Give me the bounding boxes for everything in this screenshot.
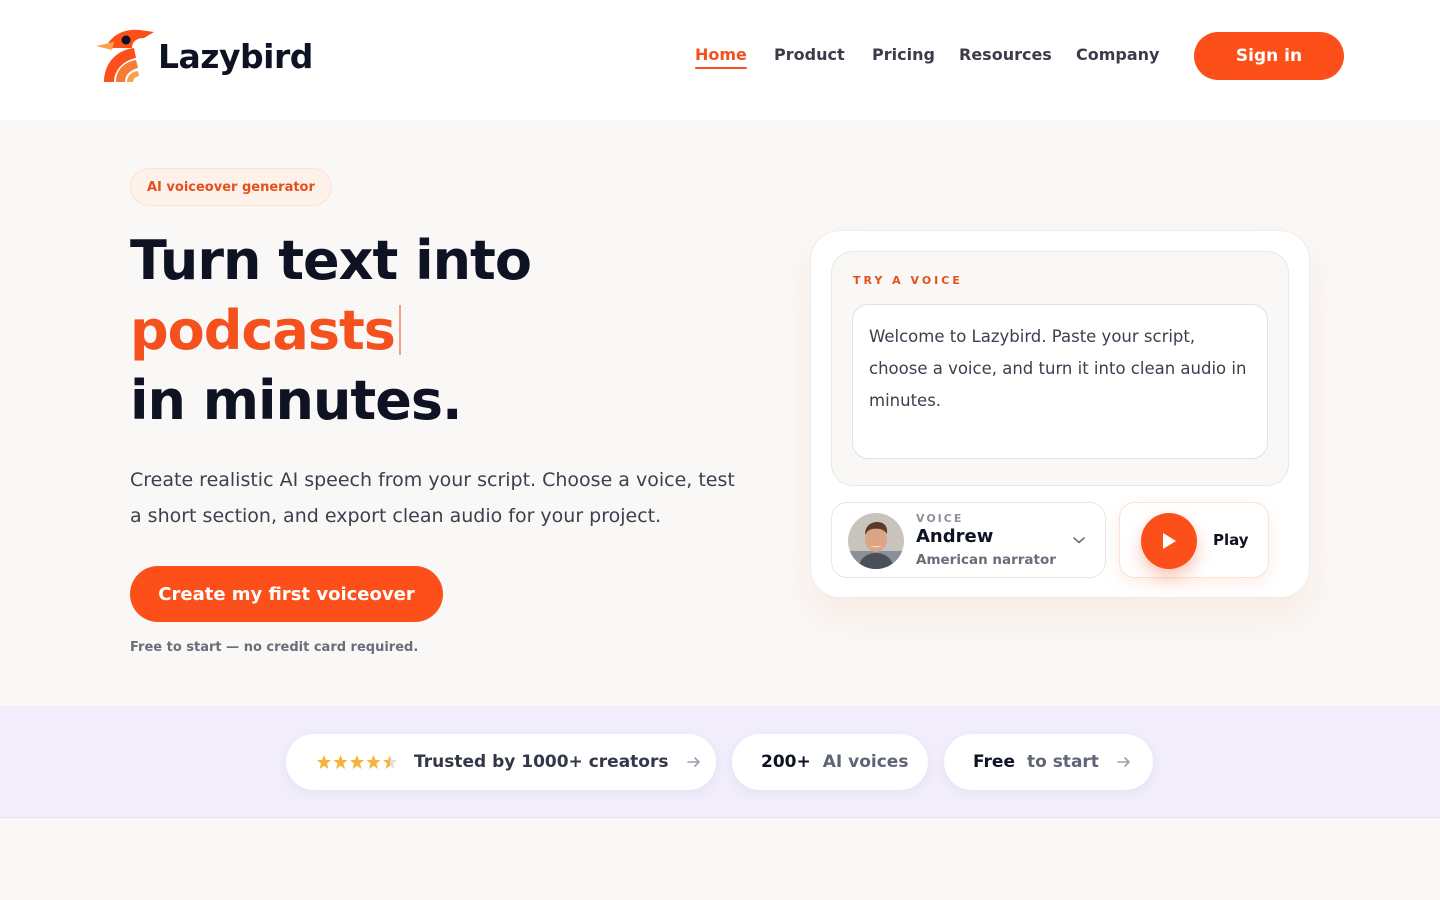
voice-select-dropdown[interactable]: VOICE Andrew American narrator — [831, 502, 1106, 578]
nav-item-product[interactable]: Product — [774, 45, 845, 64]
brand-logo[interactable]: Lazybird — [96, 28, 313, 84]
voices-count: 200+ — [761, 752, 811, 772]
hero-subtext: Create realistic AI speech from your scr… — [130, 469, 735, 527]
hero-headline: Turn text into podcasts in minutes. — [130, 226, 532, 436]
free-strong: Free — [973, 752, 1015, 772]
voice-description: American narrator — [916, 552, 1056, 568]
arrow-right-icon — [686, 757, 700, 767]
play-icon — [1163, 533, 1176, 549]
trusted-creators-pill[interactable]: Trusted by 1000+ creators — [286, 734, 716, 790]
voice-demo-card: TRY A VOICE Welcome to Lazybird. Paste y… — [810, 230, 1310, 598]
rating-stars-icon — [317, 755, 397, 769]
sign-in-button[interactable]: Sign in — [1194, 32, 1344, 80]
lazybird-logo-icon — [96, 29, 154, 82]
script-panel: TRY A VOICE Welcome to Lazybird. Paste y… — [831, 251, 1289, 486]
site-header: Lazybird Home Product Pricing Resources … — [0, 0, 1440, 120]
voice-name: Andrew — [916, 526, 994, 547]
nav-item-company[interactable]: Company — [1076, 45, 1159, 64]
hero-section: AI voiceover generator Turn text into po… — [0, 120, 1440, 706]
typing-cursor — [398, 305, 401, 355]
create-voiceover-button[interactable]: Create my first voiceover — [130, 566, 443, 622]
play-label: Play — [1213, 531, 1249, 549]
voice-avatar — [848, 513, 904, 569]
voices-count-pill: 200+ AI voices — [732, 734, 928, 790]
stats-band: Trusted by 1000+ creators 200+ AI voices… — [0, 706, 1440, 818]
headline-line-1: Turn text into — [130, 229, 532, 292]
chevron-down-icon — [1073, 537, 1085, 544]
play-button[interactable]: Play — [1119, 502, 1269, 578]
cta-fineprint: Free to start — no credit card required. — [130, 640, 419, 655]
nav-item-home[interactable]: Home — [695, 45, 747, 69]
product-badge: AI voiceover generator — [130, 168, 332, 206]
trusted-text: Trusted by 1000+ creators — [414, 752, 669, 772]
play-circle — [1141, 513, 1197, 569]
page-bottom-area — [0, 819, 1440, 900]
voice-caption: VOICE — [916, 512, 964, 525]
brand-name: Lazybird — [158, 36, 313, 76]
try-voice-label: TRY A VOICE — [853, 274, 963, 287]
nav-item-resources[interactable]: Resources — [959, 45, 1052, 64]
nav-item-pricing[interactable]: Pricing — [872, 45, 935, 64]
script-textarea[interactable]: Welcome to Lazybird. Paste your script, … — [852, 304, 1268, 459]
arrow-right-icon — [1117, 757, 1130, 767]
headline-accent-word: podcasts — [130, 299, 396, 362]
headline-line-3: in minutes. — [130, 369, 463, 432]
free-to-start-pill[interactable]: Free to start — [944, 734, 1153, 790]
narrator-avatar-icon — [848, 513, 904, 569]
free-label: to start — [1026, 752, 1099, 772]
voices-label: AI voices — [822, 752, 909, 772]
